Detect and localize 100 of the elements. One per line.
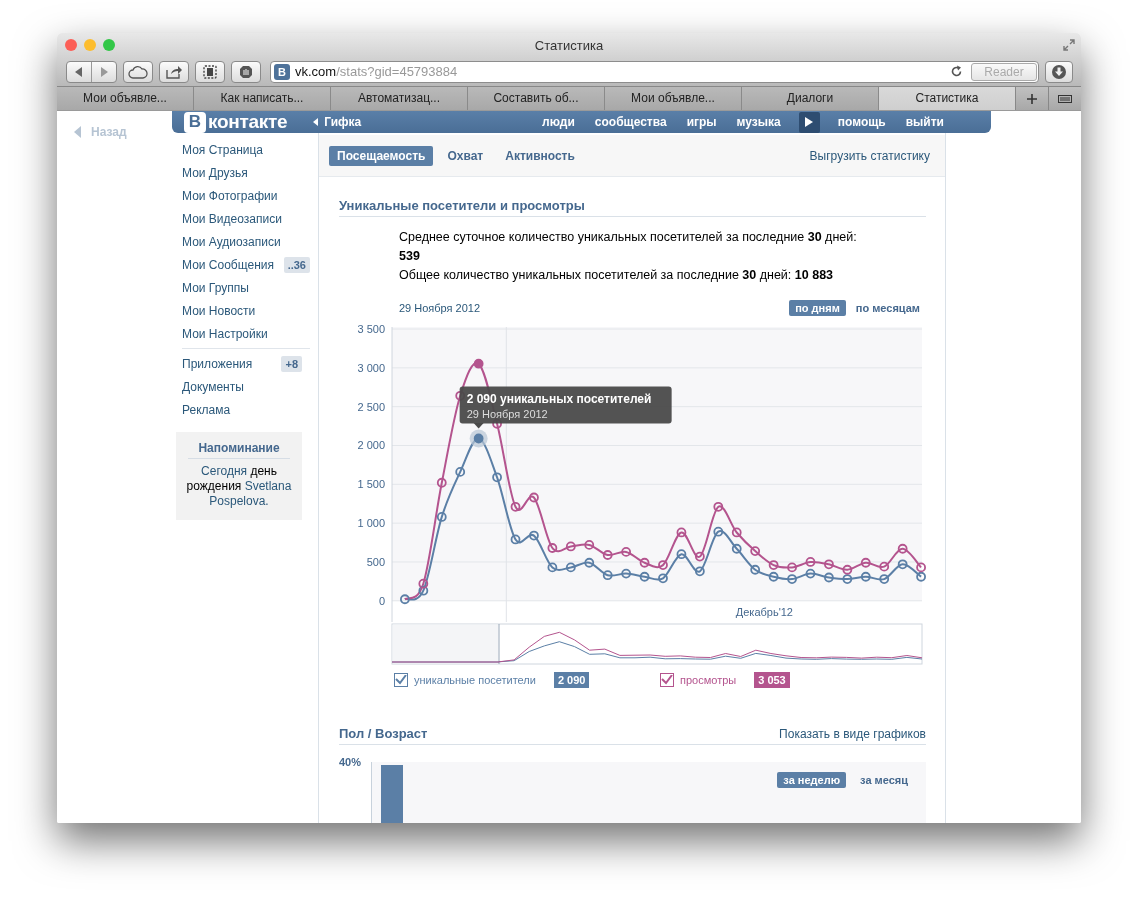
new-tab-button[interactable] [1015, 87, 1048, 110]
legend-label[interactable]: уникальные посетители [414, 674, 536, 686]
data-point[interactable] [731, 543, 742, 554]
period-button[interactable]: за месяц [854, 772, 914, 788]
data-point[interactable] [658, 573, 668, 584]
data-point[interactable] [824, 572, 834, 583]
data-point[interactable] [860, 571, 871, 582]
sidebar-link[interactable]: Мои Видеозаписи [182, 211, 282, 226]
data-point[interactable] [916, 571, 926, 582]
fullscreen-icon[interactable] [1063, 39, 1075, 51]
data-point[interactable] [565, 541, 576, 552]
browser-tab[interactable]: Мои объявле... [605, 87, 742, 110]
data-point[interactable] [842, 564, 853, 575]
data-point[interactable] [584, 557, 595, 568]
data-point[interactable] [436, 477, 447, 488]
data-point[interactable] [916, 562, 926, 573]
data-point[interactable] [694, 566, 705, 577]
data-point[interactable] [768, 560, 779, 570]
close-icon[interactable] [65, 39, 77, 51]
data-point[interactable] [694, 551, 705, 562]
site-logo[interactable]: В контакте [184, 111, 288, 133]
sidebar-link[interactable]: Мои Новости [182, 303, 256, 318]
browser-tab[interactable]: Мои объявле... [57, 87, 194, 110]
cloud-button[interactable] [123, 60, 153, 83]
back-link[interactable]: Гифка [313, 115, 362, 129]
data-point[interactable] [602, 550, 613, 560]
nav-link[interactable]: люди [542, 115, 575, 129]
period-button[interactable]: по дням [789, 300, 846, 316]
sidebar-link[interactable]: Мои Фотографии [182, 188, 278, 203]
sidebar-link[interactable]: Мои Друзья [182, 165, 248, 180]
data-point[interactable] [473, 358, 484, 369]
data-point[interactable] [400, 594, 410, 605]
export-link[interactable]: Выгрузить статистику [809, 148, 930, 163]
data-point[interactable] [547, 562, 558, 573]
back-forward-control[interactable] [66, 60, 117, 83]
data-point[interactable] [529, 492, 539, 503]
data-point[interactable] [824, 559, 834, 570]
nav-link[interactable]: игры [686, 115, 717, 129]
share-button[interactable] [159, 60, 189, 83]
data-point[interactable] [676, 549, 687, 560]
browser-tab[interactable]: Диалоги [742, 87, 879, 110]
sidebar-link[interactable]: Реклама [182, 402, 231, 417]
data-point[interactable] [879, 561, 890, 572]
data-point[interactable] [529, 530, 539, 541]
downloads-button[interactable] [1045, 60, 1073, 83]
nav-link[interactable]: сообщества [594, 115, 667, 129]
legend-label[interactable]: просмотры [680, 674, 737, 686]
stats-tab[interactable]: Активность [497, 145, 583, 166]
browser-tab[interactable]: Статистика [879, 87, 1015, 110]
data-point[interactable] [713, 526, 724, 537]
data-point[interactable] [731, 527, 742, 538]
data-point[interactable] [584, 540, 595, 550]
data-point[interactable] [418, 585, 429, 596]
browser-tab[interactable]: Составить об... [468, 87, 605, 110]
reload-icon[interactable] [950, 65, 963, 78]
show-graphs-link[interactable]: Показать в виде графиков [779, 727, 926, 741]
data-point[interactable] [842, 574, 853, 584]
privacy-button[interactable] [231, 60, 261, 83]
data-point[interactable] [658, 560, 668, 570]
data-point[interactable] [621, 547, 632, 557]
data-point[interactable] [676, 527, 687, 538]
data-point[interactable] [621, 568, 632, 579]
data-point[interactable] [879, 574, 890, 584]
legend-checkbox[interactable] [394, 673, 408, 687]
more-button[interactable] [798, 111, 820, 133]
data-point[interactable] [639, 571, 650, 582]
sidebar-link[interactable]: Приложения [182, 356, 253, 371]
data-point[interactable] [897, 559, 908, 570]
data-point[interactable] [455, 467, 466, 477]
period-button[interactable]: по месяцам [849, 300, 926, 316]
data-point[interactable] [897, 543, 908, 554]
data-point[interactable] [768, 571, 779, 582]
period-button[interactable]: за неделю [777, 772, 847, 788]
data-point[interactable] [750, 546, 761, 556]
sidebar-link[interactable]: Мои Группы [182, 280, 249, 295]
data-point[interactable] [750, 564, 761, 575]
data-point[interactable] [602, 570, 613, 581]
data-point[interactable] [436, 512, 447, 522]
sidebar-link[interactable]: Документы [182, 379, 244, 394]
data-point[interactable] [787, 562, 797, 573]
stats-tab[interactable]: Охват [439, 145, 492, 166]
navigator-drawing[interactable] [391, 623, 923, 665]
sidebar-link[interactable]: Мои Настройки [182, 326, 268, 341]
reading-list-button[interactable] [195, 60, 225, 83]
nav-link[interactable]: выйти [905, 115, 944, 129]
nav-link[interactable]: музыка [736, 115, 781, 129]
sidebar-link[interactable]: Моя Страница [182, 142, 264, 157]
data-point[interactable] [492, 472, 502, 483]
data-point[interactable] [547, 543, 558, 553]
data-point[interactable] [787, 574, 797, 584]
tab-overview-button[interactable] [1048, 87, 1081, 110]
data-point[interactable] [418, 578, 429, 589]
stats-tab[interactable]: Посещаемость [329, 145, 434, 166]
data-point[interactable] [510, 534, 521, 545]
sidebar-link[interactable]: Мои Аудиозаписи [182, 234, 281, 249]
data-point[interactable] [860, 557, 871, 568]
data-point[interactable] [805, 557, 816, 567]
sidebar-link[interactable]: Мои Сообщения [182, 257, 274, 272]
data-point[interactable] [510, 501, 521, 512]
legend-checkbox[interactable] [660, 673, 674, 687]
